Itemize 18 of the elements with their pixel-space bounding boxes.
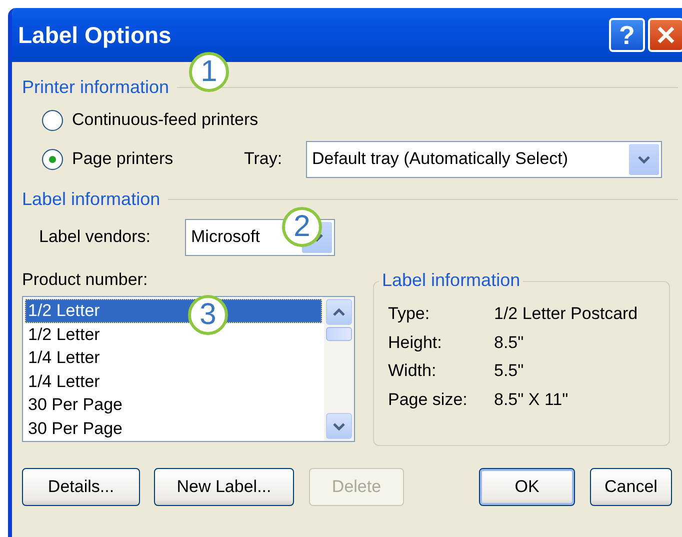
- info-label: Width:: [388, 361, 438, 382]
- info-value: 5.5": [494, 361, 524, 382]
- callout-tooltip: 2: [282, 207, 322, 247]
- info-label: Type:: [388, 304, 431, 324]
- info-label: Height:: [388, 332, 443, 353]
- info-value: 1/2 Letter Postcard: [494, 304, 638, 324]
- callout-tooltip: 1: [189, 52, 229, 92]
- window-title: Label Options: [18, 22, 172, 48]
- info-value: 8.5" X 11": [494, 390, 568, 410]
- section-heading: Printer information: [22, 76, 170, 98]
- radio-label: Page printers: [72, 149, 174, 169]
- info-value: 8.5": [494, 332, 524, 353]
- section-heading: Label information: [22, 188, 160, 210]
- vendors-label: Label vendors:: [39, 227, 152, 247]
- tray-label: Tray:: [244, 149, 284, 169]
- info-label: Page size:: [388, 390, 468, 410]
- radio-label: Continuous-feed printers: [72, 110, 258, 130]
- product-number-label: Product number:: [22, 270, 148, 289]
